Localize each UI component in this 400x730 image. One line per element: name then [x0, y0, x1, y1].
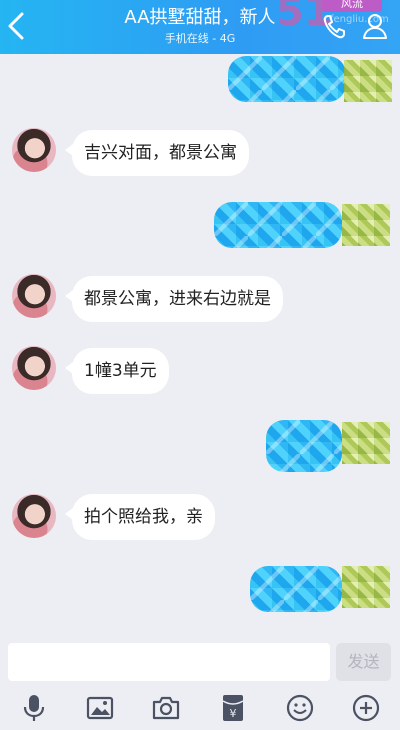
- pixelated-avatar: [342, 204, 390, 246]
- avatar[interactable]: [12, 128, 56, 172]
- message-bubble[interactable]: 1幢3单元: [65, 348, 169, 394]
- red-packet-icon[interactable]: ¥: [217, 692, 249, 724]
- message-bubble[interactable]: 吉兴对面，都景公寓: [65, 130, 249, 176]
- message-list[interactable]: 吉兴对面，都景公寓 都景公寓，进来右边就是 1幢3单元 拍个照给我，亲: [0, 54, 400, 640]
- svg-text:¥: ¥: [230, 707, 237, 720]
- message-bubble[interactable]: 都景公寓，进来右边就是: [65, 276, 283, 322]
- send-button[interactable]: 发送: [336, 643, 391, 681]
- profile-button[interactable]: [360, 10, 390, 42]
- pixelated-message: [214, 202, 342, 248]
- image-icon[interactable]: [84, 692, 116, 724]
- pixelated-avatar: [342, 566, 390, 608]
- plus-icon[interactable]: [350, 692, 382, 724]
- person-icon: [363, 14, 387, 39]
- pixelated-message: [250, 566, 342, 612]
- avatar[interactable]: [12, 494, 56, 538]
- pixelated-message: [266, 420, 342, 472]
- message-input[interactable]: [8, 643, 330, 681]
- avatar[interactable]: [12, 346, 56, 390]
- pixelated-message: [228, 56, 346, 102]
- pixelated-avatar: [344, 60, 392, 102]
- chat-header: 51 风流 fengliu.com AA拱墅甜甜，新人 手机在线 - 4G: [0, 0, 400, 54]
- emoji-icon[interactable]: [284, 692, 316, 724]
- input-toolbar: ¥: [0, 686, 400, 730]
- call-button[interactable]: [320, 10, 350, 42]
- microphone-icon[interactable]: [18, 692, 50, 724]
- phone-icon: [323, 15, 345, 39]
- avatar[interactable]: [12, 274, 56, 318]
- camera-icon[interactable]: [150, 692, 182, 724]
- message-bubble[interactable]: 拍个照给我，亲: [65, 494, 215, 540]
- input-bar: 发送: [0, 640, 400, 684]
- pixelated-avatar: [342, 422, 390, 464]
